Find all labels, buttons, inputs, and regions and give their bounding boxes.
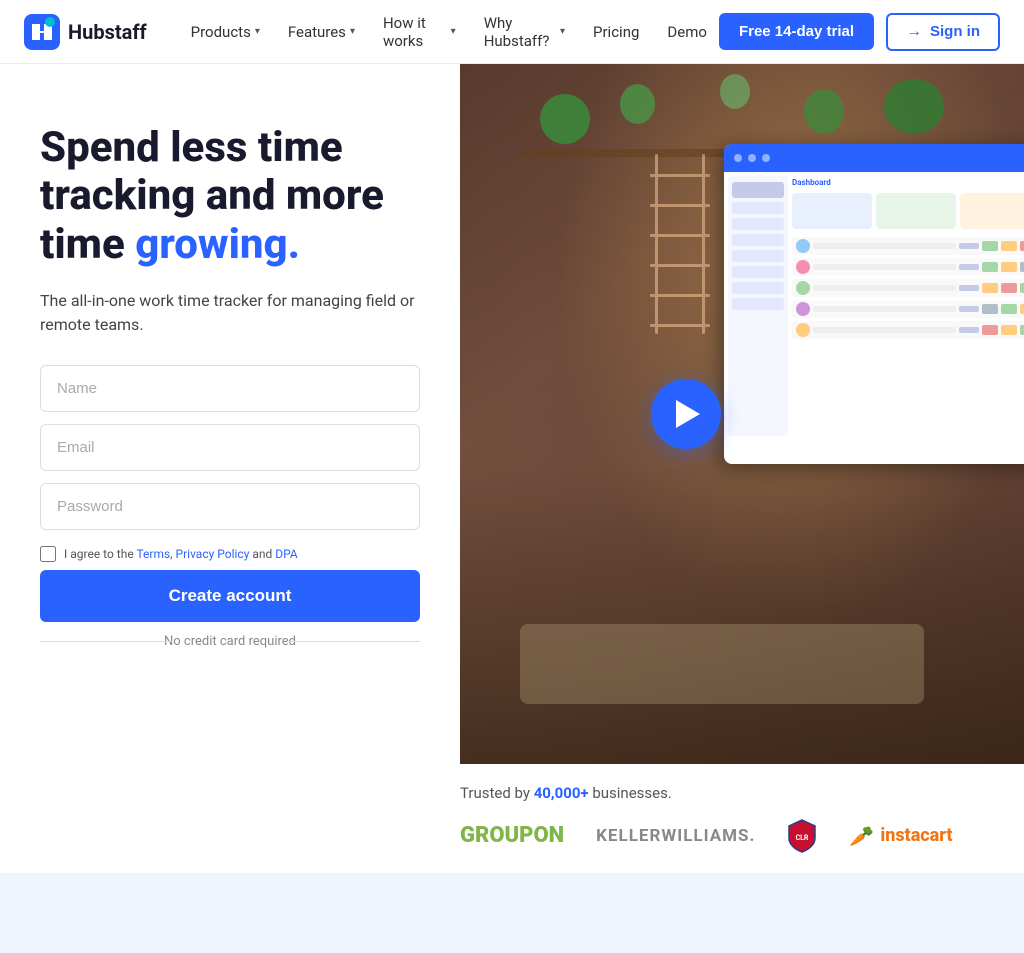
person-area bbox=[460, 464, 1024, 764]
carrot-icon: 🥕 bbox=[849, 824, 874, 848]
footer-area bbox=[0, 873, 1024, 953]
terms-text: I agree to the Terms, Privacy Policy and… bbox=[64, 547, 298, 561]
free-trial-button[interactable]: Free 14-day trial bbox=[719, 13, 874, 50]
hero-section: Spend less time tracking and more time g… bbox=[0, 64, 1024, 764]
groupon-logo: GROUPON bbox=[460, 823, 564, 848]
hero-title-accent: growing. bbox=[135, 220, 300, 269]
nav-links: Products ▾ Features ▾ How it works ▾ Why… bbox=[179, 6, 719, 58]
terms-checkbox[interactable] bbox=[40, 546, 56, 562]
dashboard-monitor: Dashboard bbox=[724, 144, 1024, 464]
trusted-number: 40,000+ bbox=[534, 784, 589, 802]
instacart-logo: 🥕 instacart bbox=[849, 824, 952, 848]
dpa-link[interactable]: DPA bbox=[275, 547, 297, 561]
signin-icon: → bbox=[906, 23, 922, 41]
chevron-down-icon: ▾ bbox=[560, 26, 565, 37]
svg-text:CLR: CLR bbox=[796, 834, 809, 842]
nav-why-hubstaff[interactable]: Why Hubstaff? ▾ bbox=[472, 6, 577, 58]
plant-decoration bbox=[884, 79, 944, 134]
password-input[interactable] bbox=[40, 483, 420, 530]
monitor-sidebar bbox=[728, 176, 788, 436]
clippers-shield-icon: CLR bbox=[787, 818, 817, 853]
chevron-down-icon: ▾ bbox=[451, 26, 456, 37]
email-input[interactable] bbox=[40, 424, 420, 471]
brands-row: GROUPON KELLERWILLIAMS. CLR 🥕 instacart bbox=[460, 818, 984, 853]
hero-title: Spend less time tracking and more time g… bbox=[40, 124, 420, 269]
hero-background: Dashboard bbox=[460, 64, 1024, 764]
kellerwilliams-logo: KELLERWILLIAMS. bbox=[596, 826, 755, 846]
keyboard-decoration bbox=[520, 624, 924, 704]
nav-pricing[interactable]: Pricing bbox=[581, 15, 651, 49]
terms-link[interactable]: Terms bbox=[136, 547, 170, 561]
sign-in-button[interactable]: → Sign in bbox=[886, 13, 1000, 51]
clippers-logo: CLR bbox=[787, 818, 817, 853]
signup-form bbox=[40, 365, 420, 530]
plant-decoration bbox=[804, 89, 844, 134]
play-video-button[interactable] bbox=[651, 379, 721, 449]
play-icon bbox=[676, 400, 700, 428]
nav-products[interactable]: Products ▾ bbox=[179, 15, 272, 49]
plant-decoration bbox=[620, 84, 655, 124]
nav-demo[interactable]: Demo bbox=[655, 15, 719, 49]
plant-decoration bbox=[720, 74, 750, 109]
chevron-down-icon: ▾ bbox=[350, 26, 355, 37]
hero-right: Dashboard bbox=[460, 64, 1024, 764]
chevron-down-icon: ▾ bbox=[255, 26, 260, 37]
logo[interactable]: Hubstaff bbox=[24, 14, 147, 50]
hero-left: Spend less time tracking and more time g… bbox=[0, 64, 460, 764]
plant-decoration bbox=[540, 94, 590, 144]
create-account-button[interactable]: Create account bbox=[40, 570, 420, 622]
trusted-text: Trusted by 40,000+ businesses. bbox=[460, 784, 984, 802]
hubstaff-logo-icon bbox=[24, 14, 60, 50]
privacy-policy-link[interactable]: Privacy Policy bbox=[176, 547, 250, 561]
monitor-header bbox=[724, 144, 1024, 172]
trusted-section: Trusted by 40,000+ businesses. GROUPON K… bbox=[0, 764, 1024, 853]
monitor-main: Dashboard bbox=[792, 176, 1024, 428]
logo-text: Hubstaff bbox=[68, 20, 147, 44]
nav-how-it-works[interactable]: How it works ▾ bbox=[371, 6, 468, 58]
terms-row: I agree to the Terms, Privacy Policy and… bbox=[40, 546, 420, 562]
hero-subtitle: The all-in-one work time tracker for man… bbox=[40, 289, 420, 337]
ladder-decoration bbox=[650, 154, 710, 334]
name-input[interactable] bbox=[40, 365, 420, 412]
nav-features[interactable]: Features ▾ bbox=[276, 15, 367, 49]
navbar: Hubstaff Products ▾ Features ▾ How it wo… bbox=[0, 0, 1024, 64]
no-credit-card-text: No credit card required bbox=[40, 634, 420, 649]
nav-actions: Free 14-day trial → Sign in bbox=[719, 13, 1000, 51]
